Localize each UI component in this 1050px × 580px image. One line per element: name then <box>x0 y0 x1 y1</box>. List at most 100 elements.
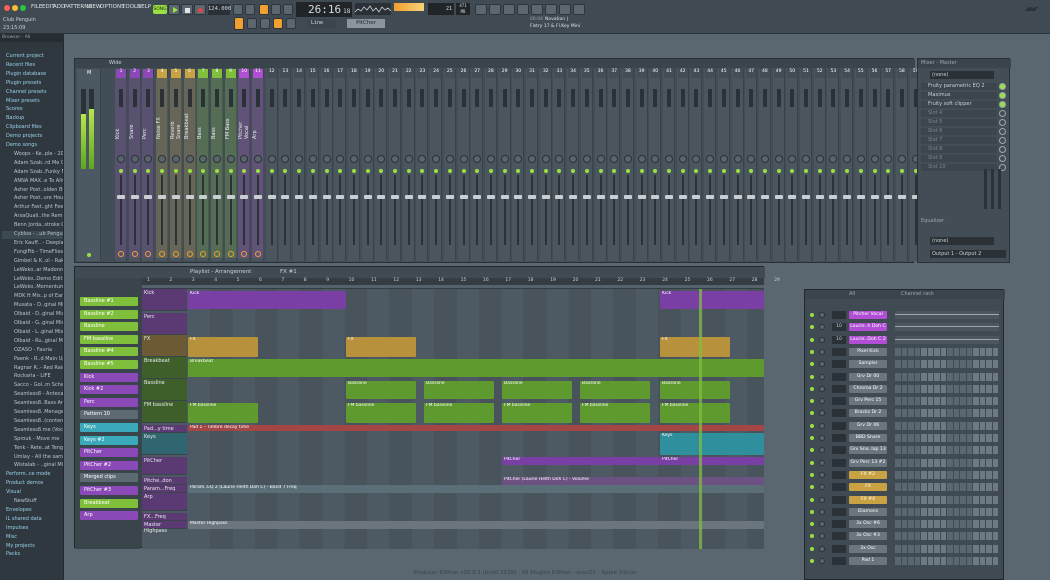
step-button[interactable] <box>966 507 972 516</box>
pattern-item[interactable]: PitCher #3 <box>80 486 138 495</box>
volume-fader[interactable] <box>459 195 468 199</box>
step-button[interactable] <box>901 360 907 369</box>
mute-led[interactable] <box>420 169 425 173</box>
pan-knob[interactable] <box>760 155 769 163</box>
mixer-insert-strip[interactable]: 51 <box>800 69 812 261</box>
step-button[interactable] <box>973 372 979 381</box>
pattern-item[interactable]: Bassline <box>80 322 138 332</box>
volume-fader[interactable] <box>158 195 167 199</box>
step-button[interactable] <box>901 409 907 418</box>
step-button[interactable] <box>895 458 901 467</box>
step-button[interactable] <box>979 532 985 541</box>
channel-pan-knob[interactable] <box>819 471 825 478</box>
browser-item[interactable]: Ragnar R..- Red Rain <box>2 365 63 373</box>
step-button[interactable] <box>973 397 979 406</box>
volume-fader-track[interactable] <box>215 175 218 245</box>
volume-fader[interactable] <box>486 195 495 199</box>
volume-fader-track[interactable] <box>188 175 191 245</box>
volume-fader[interactable] <box>473 195 482 199</box>
browser-item[interactable]: Umlay - All the same <box>2 454 63 462</box>
step-button[interactable] <box>986 347 992 356</box>
channel-mixer-route[interactable] <box>832 557 846 565</box>
step-button[interactable] <box>992 544 998 553</box>
step-button[interactable] <box>895 409 901 418</box>
route-to-master-icon[interactable] <box>118 251 124 257</box>
step-button[interactable] <box>921 483 927 492</box>
step-button[interactable] <box>960 507 966 516</box>
pan-knob[interactable] <box>185 155 194 163</box>
browser-item[interactable]: My projects <box>2 543 63 551</box>
step-sequencer[interactable] <box>895 520 999 529</box>
volume-fader-track[interactable] <box>668 175 670 245</box>
channel-pan-knob[interactable] <box>819 496 825 503</box>
browser-item[interactable]: Demo songs <box>2 142 63 150</box>
channel-mute-led[interactable] <box>810 337 814 342</box>
browser-item[interactable]: Olbaid - G..ginal Mix) <box>2 320 63 328</box>
channel-row[interactable]: FX #4 <box>805 495 1001 505</box>
fx-input-select[interactable]: (none) <box>930 71 994 79</box>
browser-item[interactable]: Asher Post..ure House <box>2 195 63 203</box>
slice-tool-button[interactable] <box>286 18 296 29</box>
browser-item[interactable]: Asher Post..olden Bus <box>2 187 63 195</box>
mute-led[interactable] <box>379 169 384 173</box>
mute-led[interactable] <box>557 169 562 173</box>
countdown-button[interactable] <box>259 4 269 15</box>
volume-fader-track[interactable] <box>311 175 314 245</box>
mute-led[interactable] <box>297 169 302 173</box>
step-button[interactable] <box>940 421 946 430</box>
browser-item[interactable]: LeWeko..Demo Edit) <box>2 276 63 284</box>
pattern-select[interactable]: PitCher <box>347 19 385 28</box>
mixer-insert-strip[interactable]: 27 <box>471 69 484 261</box>
channel-mixer-route[interactable] <box>832 520 846 529</box>
piano-roll-button[interactable] <box>517 4 529 15</box>
volume-fader-track[interactable] <box>681 175 684 245</box>
mixer-insert-strip[interactable]: 33 <box>553 69 566 261</box>
channel-mixer-route[interactable] <box>832 507 846 516</box>
mixer-insert-strip[interactable]: 22 <box>402 69 415 261</box>
eq-band-low[interactable] <box>984 169 987 209</box>
pan-knob[interactable] <box>678 155 687 163</box>
channel-mixer-route[interactable] <box>832 384 846 393</box>
volume-fader[interactable] <box>870 195 879 199</box>
mixer-insert-strip[interactable]: 14 <box>293 69 306 261</box>
volume-fader[interactable] <box>322 195 331 199</box>
step-button[interactable] <box>986 421 992 430</box>
fm-bassline-clip[interactable]: FM bassline <box>660 403 730 423</box>
volume-fader[interactable] <box>336 195 345 199</box>
volume-fader-track[interactable] <box>585 175 588 245</box>
step-button[interactable] <box>953 347 959 356</box>
step-sequencer[interactable] <box>895 347 999 356</box>
volume-fader[interactable] <box>678 195 687 199</box>
step-button[interactable] <box>947 557 953 565</box>
browser-item[interactable]: Seamless8 - Antecater <box>2 391 63 399</box>
step-button[interactable] <box>940 544 946 553</box>
step-button[interactable] <box>979 483 985 492</box>
pattern-item[interactable]: Keys <box>80 423 138 432</box>
playhead[interactable] <box>699 289 702 549</box>
pan-knob[interactable] <box>391 155 399 163</box>
step-button[interactable] <box>979 347 985 356</box>
channel-row[interactable]: 3x Osc <box>805 544 1001 554</box>
step-button[interactable] <box>979 458 985 467</box>
volume-fader-track[interactable] <box>120 175 122 245</box>
snap-button[interactable] <box>234 17 244 30</box>
volume-fader-track[interactable] <box>435 175 438 245</box>
mixer-insert-strip[interactable]: 41 <box>663 69 675 261</box>
mute-led[interactable] <box>543 169 548 173</box>
mute-led[interactable] <box>502 169 507 173</box>
channel-pan-knob[interactable] <box>819 312 825 318</box>
channel-mixer-route[interactable] <box>832 347 846 356</box>
volume-fader[interactable] <box>569 195 578 199</box>
step-button[interactable] <box>947 360 953 369</box>
volume-fader-track[interactable] <box>161 175 164 245</box>
step-button[interactable] <box>992 520 998 529</box>
mixer-button[interactable] <box>489 4 501 15</box>
mixer-insert-strip[interactable]: 3 Perc <box>142 69 155 261</box>
mute-led[interactable] <box>845 169 850 173</box>
step-button[interactable] <box>908 483 914 492</box>
mute-led[interactable] <box>434 169 439 173</box>
step-button[interactable] <box>953 384 959 393</box>
master-mute-led[interactable] <box>87 253 91 257</box>
pan-knob[interactable] <box>637 155 646 163</box>
step-button[interactable] <box>986 360 992 369</box>
